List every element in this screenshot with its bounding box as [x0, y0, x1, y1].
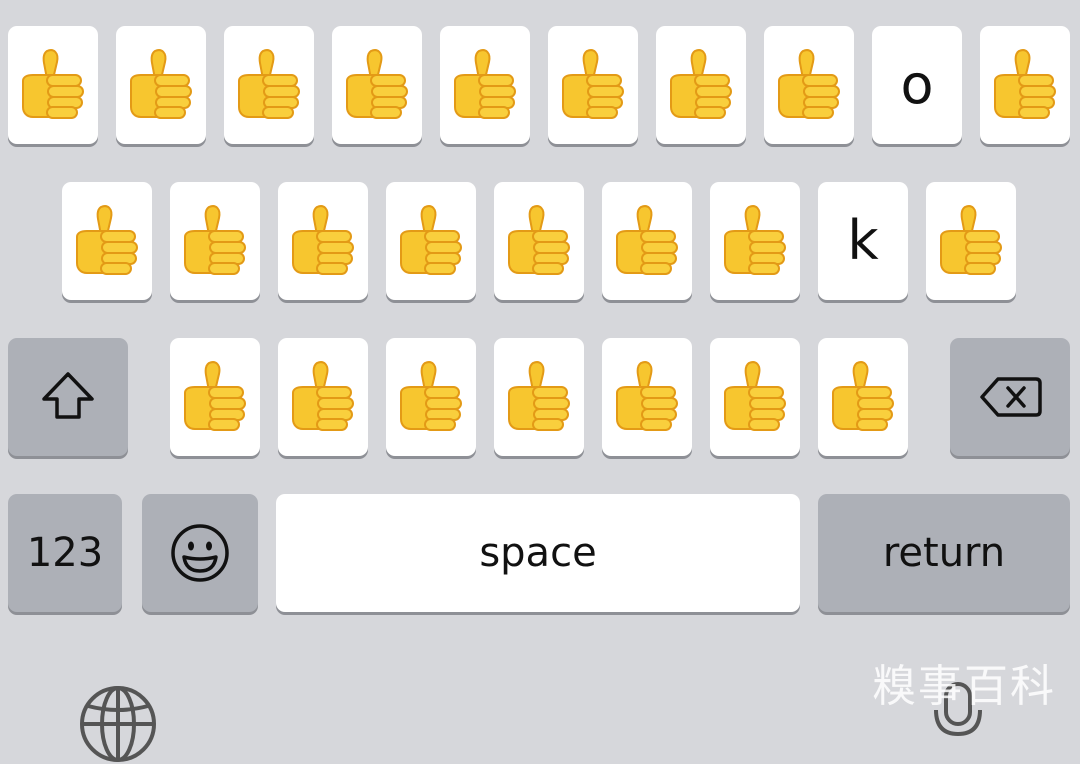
- thumbs-up-icon: [395, 201, 467, 281]
- thumbs-up-icon: [125, 45, 197, 125]
- key-row3-1[interactable]: [170, 338, 260, 456]
- key-row2-7[interactable]: [710, 182, 800, 300]
- thumbs-up-icon: [989, 45, 1061, 125]
- key-row2-1[interactable]: [62, 182, 152, 300]
- key-row1-2[interactable]: [116, 26, 206, 144]
- thumbs-up-icon: [449, 45, 521, 125]
- thumbs-up-icon: [827, 357, 899, 437]
- key-row2-2[interactable]: [170, 182, 260, 300]
- key-row3-3[interactable]: [386, 338, 476, 456]
- thumbs-up-icon: [341, 45, 413, 125]
- keyboard: o k 123 space return 糗事百科: [0, 0, 1080, 762]
- key-row2-4[interactable]: [386, 182, 476, 300]
- key-row1-3[interactable]: [224, 26, 314, 144]
- thumbs-up-icon: [17, 45, 89, 125]
- key-row2-3[interactable]: [278, 182, 368, 300]
- numbers-key-label: 123: [26, 530, 104, 576]
- emoji-icon: [171, 524, 229, 582]
- key-row1-1[interactable]: [8, 26, 98, 144]
- delete-icon: [980, 377, 1042, 417]
- thumbs-up-icon: [719, 201, 791, 281]
- thumbs-up-icon: [287, 201, 359, 281]
- shift-key[interactable]: [8, 338, 128, 456]
- key-row2-9[interactable]: [926, 182, 1016, 300]
- thumbs-up-icon: [611, 357, 683, 437]
- thumbs-up-icon: [935, 201, 1007, 281]
- globe-icon[interactable]: [78, 684, 158, 764]
- key-row1-8[interactable]: [764, 26, 854, 144]
- thumbs-up-icon: [665, 45, 737, 125]
- thumbs-up-icon: [773, 45, 845, 125]
- thumbs-up-icon: [719, 357, 791, 437]
- key-o[interactable]: o: [872, 26, 962, 144]
- key-row1-4[interactable]: [332, 26, 422, 144]
- thumbs-up-icon: [287, 357, 359, 437]
- watermark: 糗事百科: [872, 661, 1056, 712]
- key-row2-6[interactable]: [602, 182, 692, 300]
- thumbs-up-icon: [395, 357, 467, 437]
- key-row2-5[interactable]: [494, 182, 584, 300]
- thumbs-up-icon: [557, 45, 629, 125]
- thumbs-up-icon: [611, 201, 683, 281]
- thumbs-up-icon: [503, 357, 575, 437]
- numbers-key[interactable]: 123: [8, 494, 122, 612]
- key-row3-4[interactable]: [494, 338, 584, 456]
- thumbs-up-icon: [233, 45, 305, 125]
- key-row3-7[interactable]: [818, 338, 908, 456]
- emoji-key[interactable]: [142, 494, 258, 612]
- key-row1-10[interactable]: [980, 26, 1070, 144]
- key-k-label: k: [847, 209, 879, 272]
- key-row1-6[interactable]: [548, 26, 638, 144]
- shift-icon: [42, 372, 94, 419]
- thumbs-up-icon: [503, 201, 575, 281]
- key-row1-7[interactable]: [656, 26, 746, 144]
- key-o-label: o: [900, 53, 934, 116]
- thumbs-up-icon: [179, 201, 251, 281]
- thumbs-up-icon: [71, 201, 143, 281]
- delete-key[interactable]: [950, 338, 1070, 456]
- return-key-label: return: [882, 530, 1006, 576]
- space-key[interactable]: space: [276, 494, 800, 612]
- return-key[interactable]: return: [818, 494, 1070, 612]
- key-row3-2[interactable]: [278, 338, 368, 456]
- key-row3-5[interactable]: [602, 338, 692, 456]
- key-row1-5[interactable]: [440, 26, 530, 144]
- key-k[interactable]: k: [818, 182, 908, 300]
- space-key-label: space: [479, 530, 597, 576]
- thumbs-up-icon: [179, 357, 251, 437]
- key-row3-6[interactable]: [710, 338, 800, 456]
